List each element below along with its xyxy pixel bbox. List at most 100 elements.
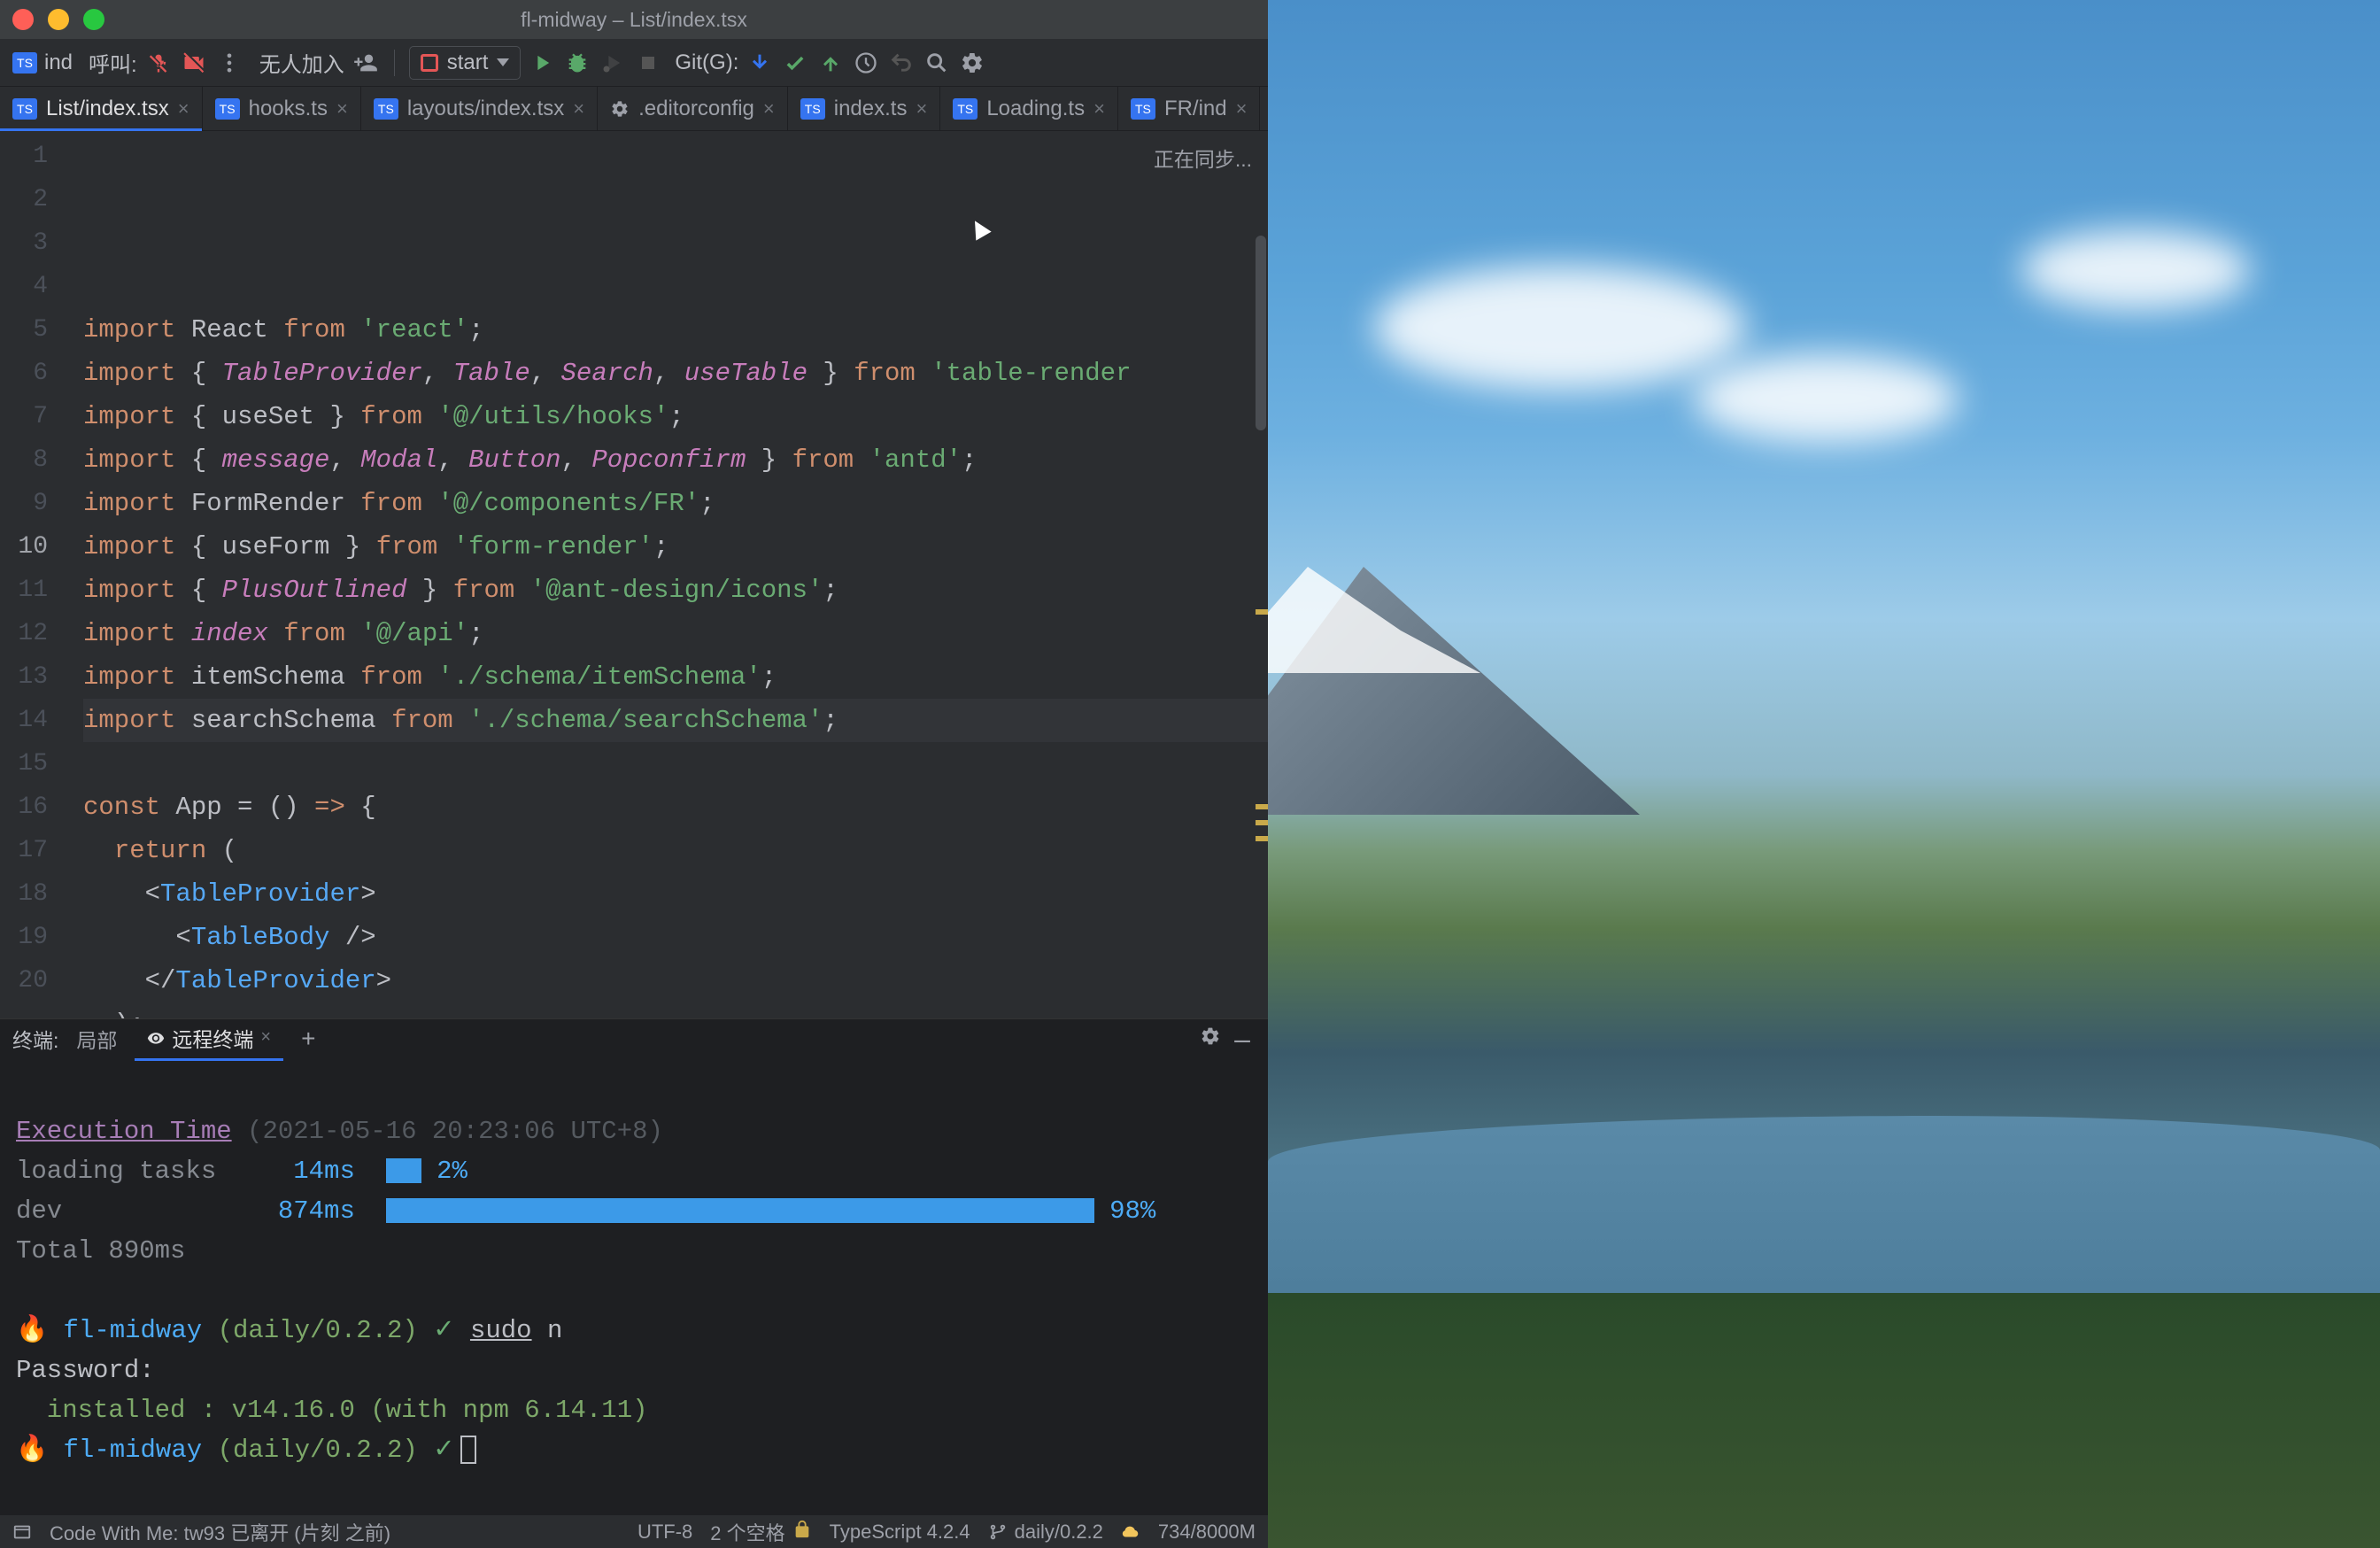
editor-tab[interactable]: TS layouts/index.tsx × <box>361 87 598 130</box>
close-icon[interactable]: × <box>260 1027 271 1048</box>
tab-label: Loading.ts <box>986 97 1085 121</box>
run-configuration[interactable]: start <box>409 46 522 80</box>
window-maximize-button[interactable] <box>83 9 104 30</box>
titlebar: fl-midway – List/index.tsx <box>0 0 1268 39</box>
sync-icon[interactable] <box>1121 1522 1140 1542</box>
mic-off-icon[interactable] <box>144 49 173 77</box>
code-line: import itemSchema from './schema/itemSch… <box>83 655 1268 699</box>
tab-label: layouts/index.tsx <box>407 97 564 121</box>
close-icon[interactable]: × <box>763 97 775 120</box>
terminal-tab-local[interactable]: 局部 <box>64 1018 129 1059</box>
lang-status[interactable]: TypeScript 4.2.4 <box>830 1521 970 1544</box>
terminal-line: 🔥 fl-midway (daily/0.2.2) ✓ <box>16 1430 1252 1470</box>
statusbar: Code With Me: tw93 已离开 (片刻 之前) UTF-8 2 个… <box>0 1514 1268 1548</box>
git-pull-icon[interactable] <box>746 49 774 77</box>
call-label: 呼叫: <box>89 47 137 78</box>
indent-status[interactable]: 2 个空格 <box>710 1518 811 1546</box>
memory-status[interactable]: 734/8000M <box>1158 1521 1256 1544</box>
code-line: import { TableProvider, Table, Search, u… <box>83 352 1268 395</box>
terminal-tab-label: 局部 <box>76 1024 117 1054</box>
code-line: import { useForm } from 'form-render'; <box>83 525 1268 569</box>
tsx-file-icon: TS <box>12 52 37 74</box>
stop-button-icon[interactable] <box>634 49 662 77</box>
tab-label: hooks.ts <box>249 97 328 121</box>
close-icon[interactable]: × <box>1093 97 1105 120</box>
editor-scrollbar[interactable] <box>1254 131 1268 1018</box>
terminal-line: loading tasks 14ms 2% <box>16 1151 1252 1191</box>
tab-label: .editorconfig <box>638 97 754 121</box>
code-line: ); <box>83 1002 1268 1018</box>
encoding-status[interactable]: UTF-8 <box>638 1521 692 1544</box>
debug-icon[interactable] <box>563 49 591 77</box>
panel-minimize-icon[interactable]: – <box>1229 1023 1256 1056</box>
editor-tab[interactable]: TS FR/ind × <box>1118 87 1261 130</box>
close-icon[interactable]: × <box>573 97 584 120</box>
settings-icon[interactable] <box>958 49 986 77</box>
terminal-tab-remote[interactable]: 远程终端 × <box>135 1018 283 1061</box>
tsx-file-icon: TS <box>374 98 398 120</box>
ts-file-icon: TS <box>953 98 978 120</box>
history-icon[interactable] <box>852 49 880 77</box>
tsx-file-icon: TS <box>1131 98 1155 120</box>
editor: 1234567891011121314151617181920 正在同步... … <box>0 131 1268 1018</box>
git-label: Git(G): <box>675 50 738 75</box>
window-close-button[interactable] <box>12 9 34 30</box>
terminal-line: Execution Time (2021-05-16 20:23:06 UTC+… <box>16 1111 1252 1151</box>
video-off-icon[interactable] <box>180 49 208 77</box>
tool-window-icon[interactable] <box>12 1522 32 1542</box>
search-icon[interactable] <box>923 49 951 77</box>
close-icon[interactable]: × <box>178 97 189 120</box>
git-commit-icon[interactable] <box>781 49 809 77</box>
coverage-icon[interactable] <box>599 49 627 77</box>
more-options-icon[interactable] <box>215 49 243 77</box>
terminal-line: 🔥 fl-midway (daily/0.2.2) ✓ sudo n <box>16 1311 1252 1351</box>
code-area[interactable]: 正在同步... import React from 'react';import… <box>66 131 1268 1018</box>
ts-file-icon: TS <box>800 98 825 120</box>
code-line: import { PlusOutlined } from '@ant-desig… <box>83 569 1268 612</box>
terminal-output[interactable]: Execution Time (2021-05-16 20:23:06 UTC+… <box>0 1058 1268 1514</box>
eye-icon <box>147 1029 165 1047</box>
terminal-panel: 终端: 局部 远程终端 × + – Execution Time (2021-0… <box>0 1018 1268 1514</box>
tab-label: FR/ind <box>1164 97 1227 121</box>
run-config-label: start <box>447 50 489 75</box>
code-line: const App = () => { <box>83 786 1268 829</box>
main-toolbar: TS ind 呼叫: 无人加入 start Git(G): <box>0 39 1268 87</box>
editor-tab[interactable]: .editorconfig × <box>598 87 788 130</box>
add-user-icon[interactable] <box>352 49 380 77</box>
window-minimize-button[interactable] <box>48 9 69 30</box>
gear-icon <box>610 99 630 119</box>
editor-tab[interactable]: TS index.ts × <box>788 87 941 130</box>
panel-settings-icon[interactable] <box>1197 1026 1224 1052</box>
no-one-label: 无人加入 <box>259 47 344 78</box>
sync-status: 正在同步... <box>1154 138 1252 182</box>
mouse-cursor <box>970 220 992 241</box>
undo-icon[interactable] <box>887 49 916 77</box>
close-icon[interactable]: × <box>916 97 927 120</box>
terminal-line: Password: <box>16 1351 1252 1390</box>
project-selector[interactable]: TS ind <box>12 50 73 75</box>
add-terminal-button[interactable]: + <box>289 1025 328 1053</box>
branch-icon <box>988 1522 1008 1542</box>
terminal-line: dev 874ms 98% <box>16 1191 1252 1231</box>
terminal-line: Total 890ms <box>16 1231 1252 1271</box>
ide-window: fl-midway – List/index.tsx TS ind 呼叫: 无人… <box>0 0 1268 1548</box>
code-line: return ( <box>83 829 1268 872</box>
code-line: import { message, Modal, Button, Popconf… <box>83 438 1268 482</box>
code-line: import { useSet } from '@/utils/hooks'; <box>83 395 1268 438</box>
codewithme-status[interactable]: Code With Me: tw93 已离开 (片刻 之前) <box>50 1518 390 1546</box>
desktop-wallpaper <box>1268 0 2380 1548</box>
close-icon[interactable]: × <box>336 97 348 120</box>
terminal-line <box>16 1271 1252 1311</box>
close-icon[interactable]: × <box>1236 97 1248 120</box>
run-icon[interactable] <box>528 49 556 77</box>
git-push-icon[interactable] <box>816 49 845 77</box>
editor-tab[interactable]: TS Loading.ts × <box>940 87 1118 130</box>
editor-tab[interactable]: TShooks.ts× <box>203 87 361 130</box>
tsx-file-icon: TS <box>12 98 37 120</box>
line-gutter: 1234567891011121314151617181920 <box>0 131 66 1018</box>
terminal-tab-label: 远程终端 <box>172 1023 253 1053</box>
tab-label: index.ts <box>834 97 908 121</box>
code-line: import FormRender from '@/components/FR'… <box>83 482 1268 525</box>
git-branch-status[interactable]: daily/0.2.2 <box>988 1521 1103 1544</box>
editor-tab[interactable]: TSList/index.tsx× <box>0 87 203 130</box>
